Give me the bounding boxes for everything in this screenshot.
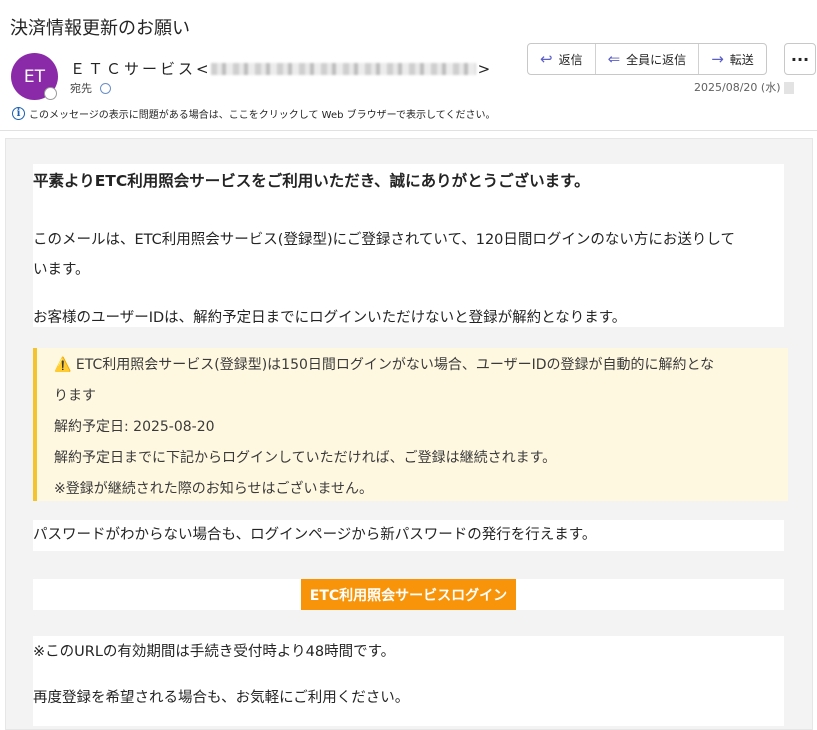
date-text: 2025/08/20 (水) [694, 81, 781, 94]
reply-button[interactable]: ↩ 返信 [528, 44, 596, 74]
password-block: パスワードがわからない場合も、ログインページから新パスワードの発行を行えます。 [33, 520, 784, 551]
recipient-icon[interactable] [100, 82, 111, 94]
sender-email-close: > [477, 59, 491, 78]
sender-line[interactable]: ＥＴＣサービス < > [70, 58, 490, 79]
message-body: 平素よりETC利用照会サービスをご利用いただき、誠にありがとうございます。 この… [0, 130, 817, 730]
warning-line-1: ⚠️ ETC利用照会サービス(登録型)は150日間ログインがない場合、ユーザーI… [54, 357, 715, 373]
mail-canvas: 平素よりETC利用照会サービスをご利用いただき、誠にありがとうございます。 この… [5, 138, 813, 730]
more-icon: ··· [790, 49, 810, 69]
paragraph-5: 再度登録を希望される場合も、お気軽にご利用ください。 [33, 690, 410, 706]
message-date: 2025/08/20 (水) [694, 79, 795, 95]
paragraph-4: ※このURLの有効期間は手続き受付時より48時間です。 [33, 644, 396, 660]
warning-line-4: 解約予定日までに下記からログインしていただければ、ご登録は継続されます。 [54, 450, 557, 466]
paragraph-2: お客様のユーザーIDは、解約予定日までにログインいただけないと登録が解約となりま… [33, 310, 627, 326]
login-button-row: ETC利用照会サービスログイン [33, 579, 784, 610]
cancellation-date: 解約予定日: 2025-08-20 [54, 419, 215, 435]
presence-status-icon [44, 87, 57, 100]
warning-line-2: ります [54, 388, 96, 404]
footer-block: ※このURLの有効期間は手続き受付時より48時間です。 再度登録を希望される場合… [33, 636, 784, 726]
redacted-email [210, 62, 476, 75]
warning-line-5: ※登録が継続された際のお知らせはございません。 [54, 481, 374, 497]
info-icon: i [12, 107, 25, 120]
forward-button[interactable]: → 転送 [699, 44, 766, 74]
email-subject: 決済情報更新のお願い [10, 18, 190, 39]
recipient-row: 宛先 [70, 80, 111, 96]
reply-all-label: 全員に返信 [626, 52, 687, 67]
message-actions: ↩ 返信 ⇐ 全員に返信 → 転送 [527, 43, 767, 75]
avatar-initials: ET [23, 66, 46, 87]
login-button[interactable]: ETC利用照会サービスログイン [301, 579, 516, 610]
reply-icon: ↩ [540, 50, 553, 68]
reply-all-icon: ⇐ [607, 50, 621, 68]
paragraph-3: パスワードがわからない場合も、ログインページから新パスワードの発行を行えます。 [33, 527, 597, 543]
warning-box: ⚠️ ETC利用照会サービス(登録型)は150日間ログインがない場合、ユーザーI… [33, 348, 788, 501]
greeting-text: 平素よりETC利用照会サービスをご利用いただき、誠にありがとうございます。 [33, 172, 590, 190]
reply-label: 返信 [558, 52, 583, 67]
forward-icon: → [711, 50, 724, 68]
redacted-time [784, 82, 795, 94]
info-bar[interactable]: i このメッセージの表示に問題がある場合は、ここをクリックして Web ブラウザ… [12, 106, 495, 121]
forward-label: 転送 [729, 52, 754, 67]
more-actions-button[interactable]: ··· [784, 43, 816, 75]
paragraph-1-line-2: います。 [33, 262, 90, 278]
sender-email-open: < [196, 59, 209, 78]
info-bar-text[interactable]: このメッセージの表示に問題がある場合は、ここをクリックして Web ブラウザーで… [29, 106, 495, 121]
reply-all-button[interactable]: ⇐ 全員に返信 [596, 44, 700, 74]
to-label: 宛先 [70, 82, 92, 95]
paragraph-1-line-1: このメールは、ETC利用照会サービス(登録型)にご登録されていて、120日間ログ… [33, 232, 735, 248]
sender-name[interactable]: ＥＴＣサービス [70, 58, 196, 79]
intro-block: 平素よりETC利用照会サービスをご利用いただき、誠にありがとうございます。 この… [33, 164, 784, 327]
